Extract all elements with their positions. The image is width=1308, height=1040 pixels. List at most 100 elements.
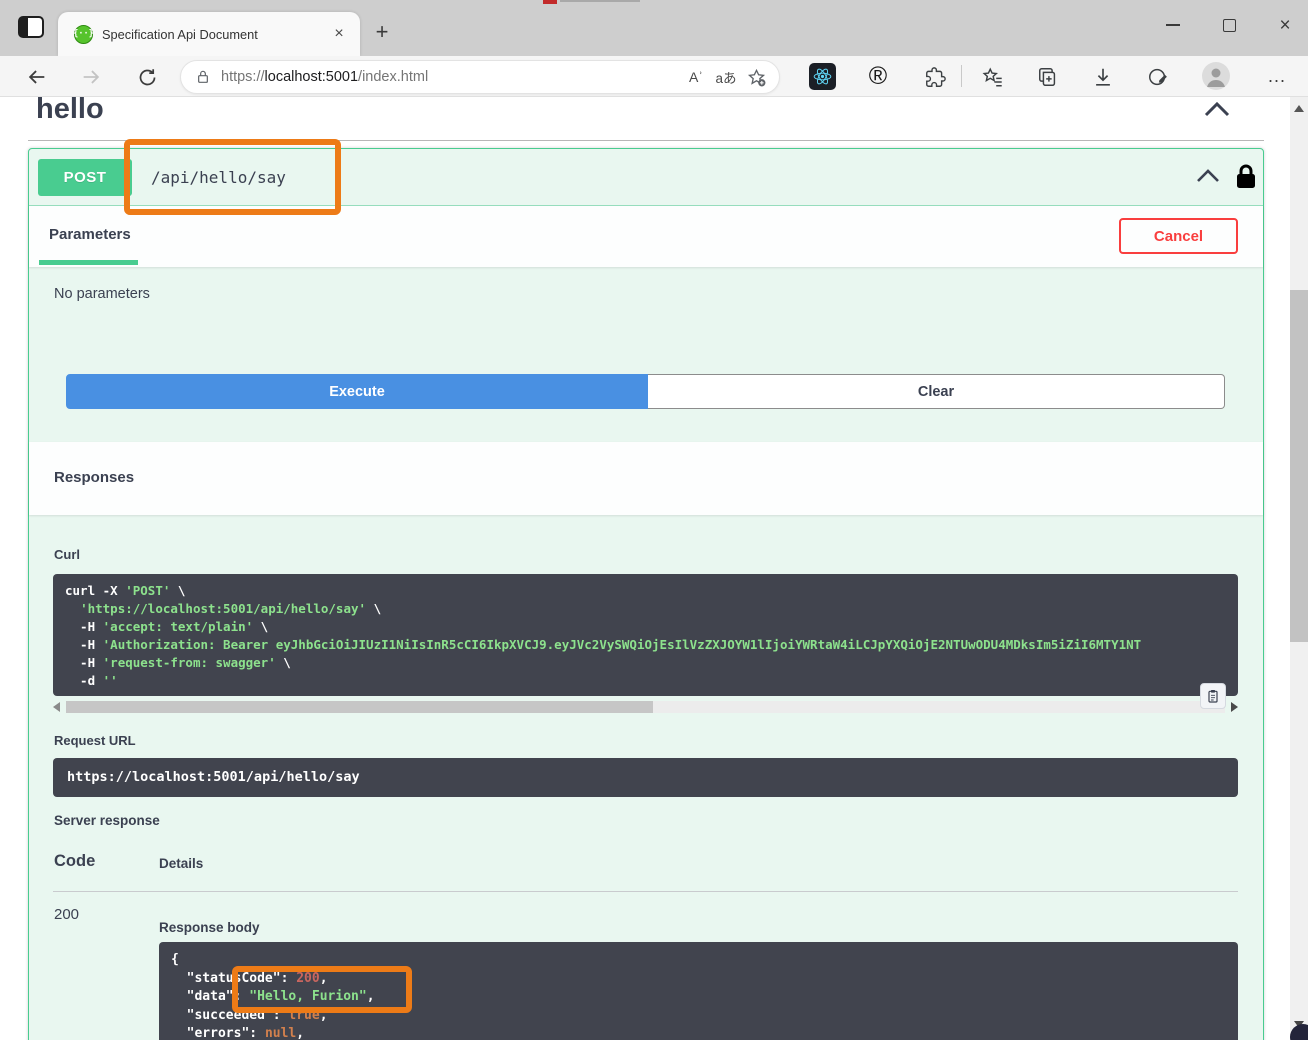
web-capture-button[interactable] xyxy=(1143,62,1173,92)
settings-more-button[interactable]: ... xyxy=(1260,60,1294,92)
page-vertical-scrollbar[interactable] xyxy=(1290,97,1308,1040)
forward-button[interactable] xyxy=(76,62,106,92)
code-line: { xyxy=(171,951,1226,970)
clear-button[interactable]: Clear xyxy=(648,374,1225,409)
scroll-up-icon[interactable] xyxy=(1294,105,1304,112)
post-operation-block: POST /api/hello/say Parameters Cancel No… xyxy=(28,148,1264,1040)
scroll-right-icon[interactable] xyxy=(1231,702,1238,712)
background-window-edge xyxy=(560,0,640,2)
person-icon xyxy=(1202,62,1230,90)
extensions-button[interactable] xyxy=(920,62,950,92)
tab-parameters[interactable]: Parameters xyxy=(49,226,131,243)
web-capture-icon xyxy=(1147,66,1169,88)
tag-collapse-button[interactable] xyxy=(1203,101,1231,117)
refresh-icon xyxy=(137,67,158,88)
background-window-sliver xyxy=(543,0,557,4)
back-button[interactable] xyxy=(22,62,52,92)
favorites-button[interactable] xyxy=(978,62,1008,92)
response-status-code: 200 xyxy=(54,906,79,923)
response-body-block[interactable]: { "statusCode": 200, "data": "Hello, Fur… xyxy=(159,942,1238,1040)
window-titlebar: {··} Specification Api Document × + × xyxy=(0,0,1308,56)
url-host: localhost:5001 xyxy=(265,69,359,85)
react-devtools-extension-icon[interactable] xyxy=(809,63,836,90)
operation-summary[interactable]: POST /api/hello/say xyxy=(29,149,1263,206)
window-controls: × xyxy=(1158,10,1300,40)
registered-extension-icon[interactable]: ® xyxy=(863,60,893,92)
code-line: -H 'request-from: swagger' \ xyxy=(65,654,1226,672)
profile-avatar[interactable] xyxy=(1202,62,1230,90)
operation-collapse-button[interactable] xyxy=(1195,168,1221,183)
forward-arrow-icon xyxy=(80,66,102,88)
code-line: -H 'Authorization: Bearer eyJhbGciOiJIUz… xyxy=(65,636,1226,654)
browser-tab[interactable]: {··} Specification Api Document × xyxy=(58,12,360,56)
browser-toolbar: https://localhost:5001/index.html Aʾ aあ … xyxy=(0,56,1308,97)
downloads-button[interactable] xyxy=(1088,62,1118,92)
swagger-page: hello POST /api/hello/say Parameters xyxy=(0,97,1290,1040)
new-tab-button[interactable]: + xyxy=(368,18,396,46)
scrollbar-track[interactable] xyxy=(66,701,1225,713)
tab-favicon-icon: {··} xyxy=(74,25,93,44)
collections-button[interactable] xyxy=(1033,62,1063,92)
tab-title: Specification Api Document xyxy=(102,27,328,42)
no-parameters-text: No parameters xyxy=(54,286,150,302)
execute-button[interactable]: Execute xyxy=(66,374,648,409)
authorize-lock-button[interactable] xyxy=(1234,163,1258,191)
details-column-header: Details xyxy=(159,856,203,871)
curl-horizontal-scrollbar[interactable] xyxy=(53,700,1238,713)
server-response-title: Server response xyxy=(54,813,160,828)
lock-icon xyxy=(1234,163,1258,191)
code-line: -H 'accept: text/plain' \ xyxy=(65,618,1226,636)
curl-command-block[interactable]: curl -X 'POST' \ 'https://localhost:5001… xyxy=(53,574,1238,696)
url-scheme: https:// xyxy=(221,69,265,85)
responses-title: Responses xyxy=(54,469,134,486)
code-line: "errors": null, xyxy=(171,1025,1226,1040)
curl-title: Curl xyxy=(54,547,80,562)
execute-row: Execute Clear xyxy=(66,374,1225,409)
toolbar-separator xyxy=(961,65,962,87)
code-line: "succeeded": true, xyxy=(171,1007,1226,1026)
chevron-up-icon xyxy=(1195,168,1221,183)
code-line: curl -X 'POST' \ xyxy=(65,582,1226,600)
maximize-button[interactable] xyxy=(1214,10,1244,40)
tab-actions-icon[interactable] xyxy=(18,16,44,38)
minimize-button[interactable] xyxy=(1158,10,1188,40)
puzzle-icon xyxy=(925,67,946,88)
endpoint-path[interactable]: /api/hello/say xyxy=(151,149,286,206)
code-column-header: Code xyxy=(54,852,95,871)
code-line: "statusCode": 200, xyxy=(171,970,1226,989)
translate-button[interactable]: aあ xyxy=(711,63,741,91)
response-body-title: Response body xyxy=(159,920,260,935)
parameters-tab-underline xyxy=(39,260,138,265)
back-arrow-icon xyxy=(26,66,48,88)
url-text[interactable]: https://localhost:5001/index.html xyxy=(221,69,681,85)
parameters-section-header: Parameters Cancel xyxy=(29,206,1263,267)
request-url-block: https://localhost:5001/api/hello/say xyxy=(53,758,1238,797)
scrollbar-thumb[interactable] xyxy=(1290,290,1308,642)
copy-to-clipboard-button[interactable] xyxy=(1200,683,1226,709)
response-table-divider xyxy=(53,891,1238,892)
url-path: /index.html xyxy=(358,69,428,85)
scroll-left-icon[interactable] xyxy=(53,702,60,712)
http-method-badge: POST xyxy=(38,159,132,196)
cancel-button[interactable]: Cancel xyxy=(1119,218,1238,254)
collections-icon xyxy=(1037,66,1059,88)
code-line: "data": "Hello, Furion", xyxy=(171,988,1226,1007)
clipboard-icon xyxy=(1205,688,1221,704)
tab-close-icon[interactable]: × xyxy=(328,23,350,45)
close-button[interactable]: × xyxy=(1270,10,1300,40)
scrollbar-thumb[interactable] xyxy=(66,701,653,713)
chevron-up-icon xyxy=(1203,101,1231,117)
maximize-icon xyxy=(1223,19,1236,32)
star-add-icon xyxy=(747,68,766,87)
refresh-button[interactable] xyxy=(132,62,162,92)
request-url-title: Request URL xyxy=(54,733,136,748)
api-tag-title: hello xyxy=(36,97,104,126)
star-list-icon xyxy=(982,66,1004,88)
tag-divider xyxy=(28,140,1264,141)
close-icon: × xyxy=(1279,16,1290,35)
read-aloud-button[interactable]: Aʾ xyxy=(681,63,711,91)
add-favorite-button[interactable] xyxy=(741,63,771,91)
code-line: 'https://localhost:5001/api/hello/say' \ xyxy=(65,600,1226,618)
address-bar[interactable]: https://localhost:5001/index.html Aʾ aあ xyxy=(180,60,780,94)
site-lock-icon[interactable] xyxy=(195,69,211,85)
